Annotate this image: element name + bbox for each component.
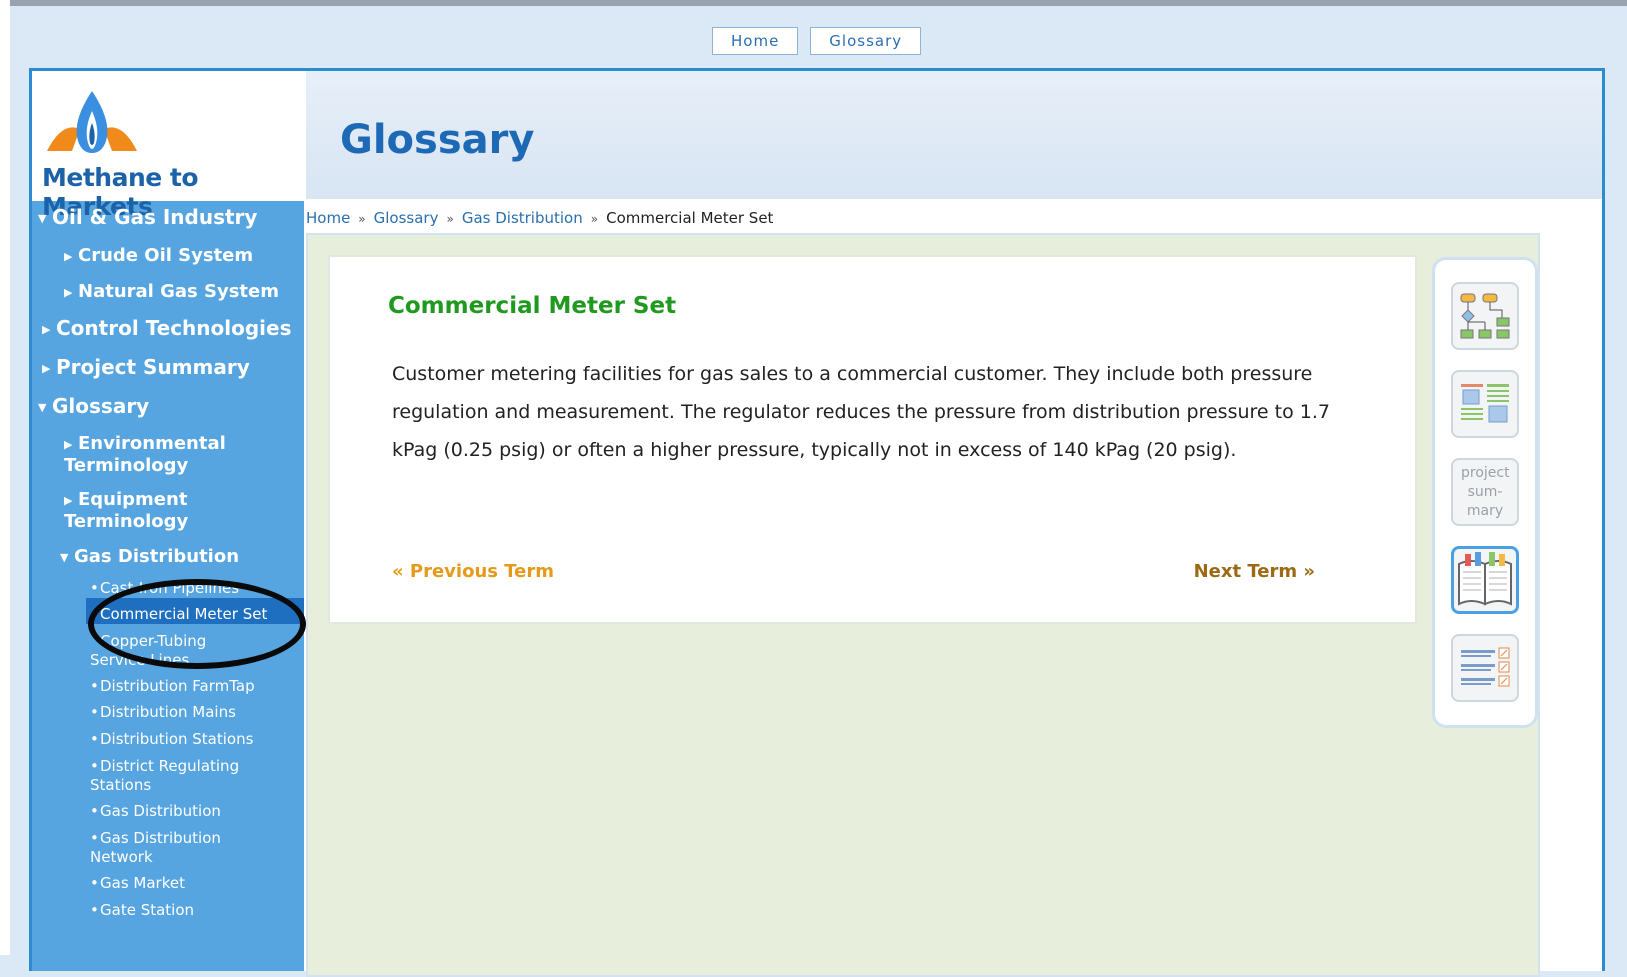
tool-rail: project sum- mary — [1432, 257, 1538, 728]
sidebar-item-equipment-terminology[interactable]: ▶ Equipment Terminology — [64, 489, 264, 532]
next-term-link[interactable]: Next Term » — [1194, 561, 1315, 582]
breadcrumb-current: Commercial Meter Set — [606, 209, 774, 227]
breadcrumb-separator: » — [358, 212, 366, 226]
breadcrumb-separator: » — [446, 212, 454, 226]
top-links: Home Glossary — [712, 27, 922, 55]
caret-right-icon: ▶ — [42, 323, 51, 336]
previous-term-link[interactable]: « Previous Term — [392, 561, 554, 582]
top-border — [0, 0, 1627, 6]
sidebar-item-distribution-stations[interactable]: •Distribution Stations — [90, 730, 253, 749]
sidebar-item-gas-market[interactable]: •Gas Market — [90, 874, 185, 893]
caret-down-icon: ▼ — [38, 401, 47, 414]
flame-logo-icon — [47, 91, 137, 153]
sidebar-item-oil-gas-industry[interactable]: ▼ Oil & Gas Industry — [38, 205, 257, 229]
caret-right-icon: ▶ — [64, 437, 73, 451]
sidebar-item-environmental-terminology[interactable]: ▶ Environmental Terminology — [64, 433, 284, 476]
flowchart-tool-button[interactable] — [1451, 282, 1519, 350]
breadcrumb-separator: » — [590, 212, 599, 226]
page-frame: Methane to Markets ▼ Oil & Gas Industry ▶… — [29, 68, 1605, 977]
page-header: Glossary — [306, 71, 1602, 199]
sidebar-item-gas-distribution-network[interactable]: •Gas Distribution Network — [90, 829, 250, 867]
content-area: Commercial Meter Set Customer metering f… — [306, 233, 1540, 977]
document-list-icon — [1461, 647, 1510, 687]
caret-down-icon: ▼ — [38, 212, 47, 225]
page-title: Glossary — [340, 117, 535, 163]
left-margin — [0, 0, 10, 955]
sidebar-item-gas-distribution[interactable]: ▼ Gas Distribution — [60, 546, 239, 568]
caret-right-icon: ▶ — [64, 285, 73, 299]
caret-right-icon: ▶ — [64, 493, 73, 507]
flowchart-icon — [1460, 293, 1510, 339]
document-list-tool-button[interactable] — [1451, 634, 1519, 702]
sidebar-item-distribution-mains[interactable]: •Distribution Mains — [90, 703, 236, 722]
sidebar-item-crude-oil-system[interactable]: ▶ Crude Oil System — [64, 245, 253, 267]
sidebar-item-natural-gas-system[interactable]: ▶ Natural Gas System — [64, 281, 279, 303]
term-definition: Customer metering facilities for gas sal… — [392, 363, 1330, 461]
sidebar-item-district-regulating-stations[interactable]: •District Regulating Stations — [90, 757, 275, 795]
sidebar-item-project-summary[interactable]: ▶ Project Summary — [42, 355, 250, 379]
top-glossary-link[interactable]: Glossary — [810, 27, 922, 55]
sidebar-item-glossary[interactable]: ▼ Glossary — [38, 394, 149, 418]
sidebar-item-gate-station[interactable]: •Gate Station — [90, 901, 194, 920]
breadcrumb-home[interactable]: Home — [306, 209, 350, 227]
sidebar: Methane to Markets ▼ Oil & Gas Industry ▶… — [32, 71, 306, 971]
project-summary-tool-button[interactable]: project sum- mary — [1451, 458, 1519, 526]
layout-icon — [1461, 384, 1509, 423]
highlight-circle-annotation — [88, 579, 306, 669]
sidebar-item-control-technologies[interactable]: ▶ Control Technologies — [42, 316, 292, 340]
term-title: Commercial Meter Set — [388, 293, 677, 319]
project-summary-icon: project sum- mary — [1461, 464, 1510, 519]
caret-down-icon: ▼ — [60, 550, 69, 564]
breadcrumb: Home » Glossary » Gas Distribution » Commercia… — [306, 209, 773, 227]
sidebar-item-gas-distribution-term[interactable]: •Gas Distribution — [90, 802, 221, 821]
glossary-book-icon — [1458, 552, 1512, 606]
top-home-link[interactable]: Home — [712, 27, 799, 55]
caret-right-icon: ▶ — [42, 362, 51, 375]
glossary-tool-button[interactable] — [1451, 546, 1519, 614]
sidebar-item-distribution-farmtap[interactable]: •Distribution FarmTap — [90, 677, 255, 696]
layout-tool-button[interactable] — [1451, 370, 1519, 438]
caret-right-icon: ▶ — [64, 249, 73, 263]
logo[interactable]: Methane to Markets — [32, 71, 304, 221]
breadcrumb-glossary[interactable]: Glossary — [374, 209, 439, 227]
term-card: Commercial Meter Set Customer metering f… — [328, 255, 1417, 624]
breadcrumb-gas-distribution[interactable]: Gas Distribution — [462, 209, 583, 227]
